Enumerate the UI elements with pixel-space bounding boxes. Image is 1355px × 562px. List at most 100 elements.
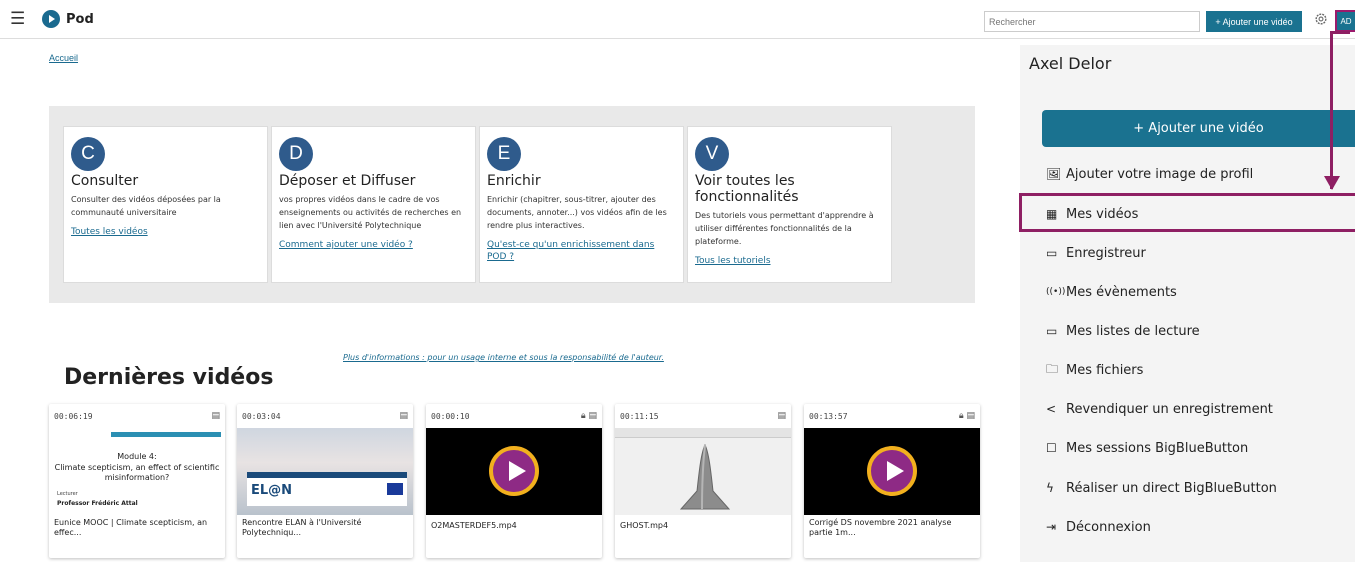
menu-item-recorder[interactable]: ▭ Enregistreur: [1046, 243, 1146, 263]
video-card[interactable]: 00:11:15 ▤ GHOST.mp4: [615, 404, 791, 558]
film-icon: ▤: [777, 411, 786, 421]
play-icon[interactable]: [867, 446, 917, 496]
feature-link[interactable]: Comment ajouter une vidéo ?: [279, 239, 468, 251]
menu-item-bbb-live[interactable]: ϟ Réaliser un direct BigBlueButton: [1046, 478, 1277, 498]
feature-letter-badge: C: [71, 137, 105, 171]
film-icon: ▤: [966, 411, 975, 421]
side-add-video-button[interactable]: + Ajouter une vidéo: [1042, 110, 1355, 147]
annotation-arrow-shaft: [1330, 31, 1333, 189]
menu-item-claim-recording[interactable]: < Revendiquer un enregistrement: [1046, 399, 1273, 419]
playlist-icon: ▭: [1046, 324, 1058, 338]
latest-videos-heading: Dernières vidéos: [64, 365, 274, 390]
menu-item-logout[interactable]: ⇥ Déconnexion: [1046, 517, 1151, 537]
lock-icon: 🔒︎: [958, 411, 964, 421]
menu-item-files[interactable]: 🗀 Mes fichiers: [1046, 360, 1143, 380]
video-title[interactable]: Corrigé DS novembre 2021 analyse partie …: [804, 515, 980, 541]
cad-toolbar: [615, 428, 791, 438]
feature-description: Consulter des vidéos déposées par la com…: [71, 195, 221, 217]
avatar[interactable]: AD: [1335, 10, 1355, 32]
brand-logo[interactable]: Pod: [42, 10, 94, 28]
more-info-link[interactable]: Plus d'informations : pour un usage inte…: [343, 353, 664, 362]
eu-flag-icon: [387, 483, 403, 495]
video-duration: 00:06:19: [54, 411, 93, 421]
video-thumbnail[interactable]: EL@N: [237, 428, 413, 515]
video-card[interactable]: 00:00:10 🔒︎ ▤ O2MASTERDEF5.mp4: [426, 404, 602, 558]
feature-letter-badge: V: [695, 137, 729, 171]
feature-card-consulter: C Consulter Consulter des vidéos déposée…: [63, 126, 268, 283]
video-thumbnail[interactable]: Module 4: Climate scepticism, an effect …: [49, 428, 225, 515]
thumbnail-header-bar: [111, 432, 221, 437]
menu-item-profile-image[interactable]: 🖼︎ Ajouter votre image de profil: [1046, 164, 1253, 184]
search-input[interactable]: [984, 11, 1200, 32]
video-thumbnail[interactable]: [804, 428, 980, 515]
feature-link[interactable]: Tous les tutoriels: [695, 255, 884, 267]
cad-model-icon: [679, 443, 731, 510]
annotation-arrow-top: [1330, 31, 1350, 34]
logout-icon: ⇥: [1046, 520, 1057, 534]
feature-link[interactable]: Toutes les vidéos: [71, 226, 260, 238]
highlight-annotation-box: [1019, 193, 1355, 232]
menu-item-bbb-sessions[interactable]: ☐ Mes sessions BigBlueButton: [1046, 438, 1248, 458]
menu-item-playlists[interactable]: ▭ Mes listes de lecture: [1046, 321, 1200, 341]
feature-letter-badge: E: [487, 137, 521, 171]
menu-item-label: Réaliser un direct BigBlueButton: [1066, 480, 1277, 496]
video-thumbnail[interactable]: [615, 428, 791, 515]
film-icon: ▤: [211, 411, 220, 421]
feature-title: Déposer et Diffuser: [279, 173, 416, 189]
feature-title: Consulter: [71, 173, 139, 189]
share-icon: <: [1046, 402, 1057, 416]
menu-item-events[interactable]: ((•)) Mes évènements: [1046, 282, 1177, 302]
menu-item-label: Enregistreur: [1066, 245, 1146, 261]
menu-item-label: Mes fichiers: [1066, 362, 1144, 378]
play-icon[interactable]: [489, 446, 539, 496]
play-logo-icon: [42, 10, 60, 28]
feature-letter-badge: D: [279, 137, 313, 171]
video-title[interactable]: O2MASTERDEF5.mp4: [426, 515, 602, 534]
feature-description: vos propres vidéos dans le cadre de vos …: [279, 195, 462, 230]
thumbnail-module-label: Module 4:: [117, 452, 157, 461]
folder-icon: 🗀: [1046, 361, 1059, 376]
video-duration: 00:11:15: [620, 411, 659, 421]
menu-item-label: Revendiquer un enregistrement: [1066, 401, 1273, 417]
feature-title: Voir toutes les fonctionnalités: [695, 173, 799, 205]
video-title[interactable]: Rencontre ELAN à l'Université Polytechni…: [237, 515, 413, 541]
add-video-button[interactable]: + Ajouter une vidéo: [1206, 11, 1302, 32]
gear-icon[interactable]: [1314, 12, 1328, 26]
film-icon: ▤: [399, 411, 408, 421]
video-card[interactable]: 00:03:04 ▤ EL@N Rencontre ELAN à l'Unive…: [237, 404, 413, 558]
top-navbar: ☰ Pod + Ajouter une vidéo AD: [0, 0, 1355, 39]
image-icon: 🖼︎: [1046, 167, 1062, 181]
hamburger-menu-icon[interactable]: ☰: [10, 11, 25, 28]
thumbnail-professor: Professor Frédéric Attal: [57, 500, 138, 507]
video-duration: 00:13:57: [809, 411, 848, 421]
video-title[interactable]: Eunice MOOC | Climate scepticism, an eff…: [49, 515, 225, 541]
square-icon: ☐: [1046, 441, 1057, 455]
video-thumbnail[interactable]: [426, 428, 602, 515]
broadcast-icon: ((•)): [1046, 287, 1066, 297]
film-icon: ▤: [588, 411, 597, 421]
video-duration: 00:03:04: [242, 411, 281, 421]
breadcrumb-home-link[interactable]: Accueil: [49, 53, 78, 63]
lightning-icon: ϟ: [1046, 481, 1054, 495]
video-title[interactable]: GHOST.mp4: [615, 515, 791, 534]
menu-item-label: Ajouter votre image de profil: [1066, 166, 1254, 182]
video-card[interactable]: 00:06:19 ▤ Module 4: Climate scepticism,…: [49, 404, 225, 558]
video-card[interactable]: 00:13:57 🔒︎ ▤ Corrigé DS novembre 2021 a…: [804, 404, 980, 558]
recorder-icon: ▭: [1046, 246, 1058, 260]
feature-panel: C Consulter Consulter des vidéos déposée…: [49, 106, 975, 303]
user-name: Axel Delor: [1029, 54, 1112, 73]
menu-item-label: Mes sessions BigBlueButton: [1066, 440, 1249, 456]
feature-title: Enrichir: [487, 173, 541, 189]
feature-card-deposer: D Déposer et Diffuser vos propres vidéos…: [271, 126, 476, 283]
feature-card-voir: V Voir toutes les fonctionnalités Des tu…: [687, 126, 892, 283]
menu-item-label: Déconnexion: [1066, 519, 1151, 535]
elan-logo: EL@N: [251, 483, 293, 498]
thumbnail-subtitle: Climate scepticism, an effect of scienti…: [54, 463, 220, 482]
lock-icon: 🔒︎: [580, 411, 586, 421]
feature-description: Des tutoriels vous permettant d'apprendr…: [695, 211, 874, 246]
video-duration: 00:00:10: [431, 411, 470, 421]
feature-card-enrichir: E Enrichir Enrichir (chapitrer, sous-tit…: [479, 126, 684, 283]
menu-item-label: Mes évènements: [1066, 284, 1177, 300]
thumbnail-lecturer-label: Lecturer: [57, 491, 78, 497]
feature-link[interactable]: Qu'est-ce qu'un enrichissement dans POD …: [487, 239, 676, 263]
